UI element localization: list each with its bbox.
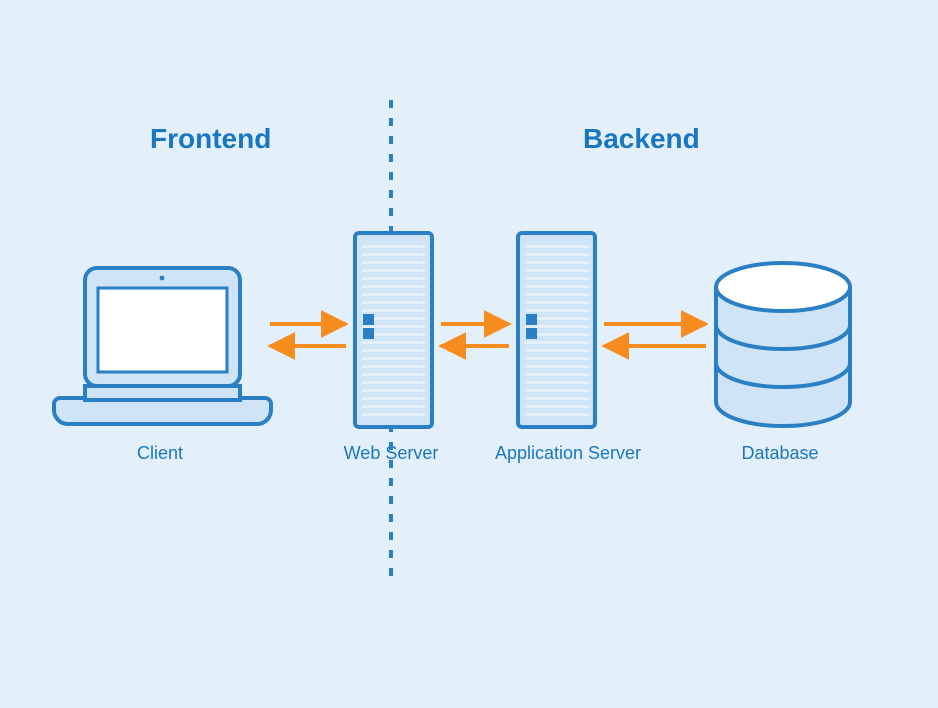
database-icon	[716, 263, 850, 426]
database-label: Database	[720, 443, 840, 464]
arrows-app-db	[604, 324, 706, 346]
app-server-label: Application Server	[478, 443, 658, 464]
web-server-label: Web Server	[331, 443, 451, 464]
arrows-web-app	[441, 324, 509, 346]
web-server-icon	[355, 233, 432, 427]
laptop-icon	[54, 268, 271, 424]
arrows-client-web	[270, 324, 346, 346]
architecture-diagram: Frontend Backend Client Web Server Appli…	[0, 0, 938, 708]
frontend-heading: Frontend	[150, 123, 271, 155]
app-server-icon	[518, 233, 595, 427]
diagram-svg	[0, 0, 938, 708]
backend-heading: Backend	[583, 123, 700, 155]
client-label: Client	[110, 443, 210, 464]
